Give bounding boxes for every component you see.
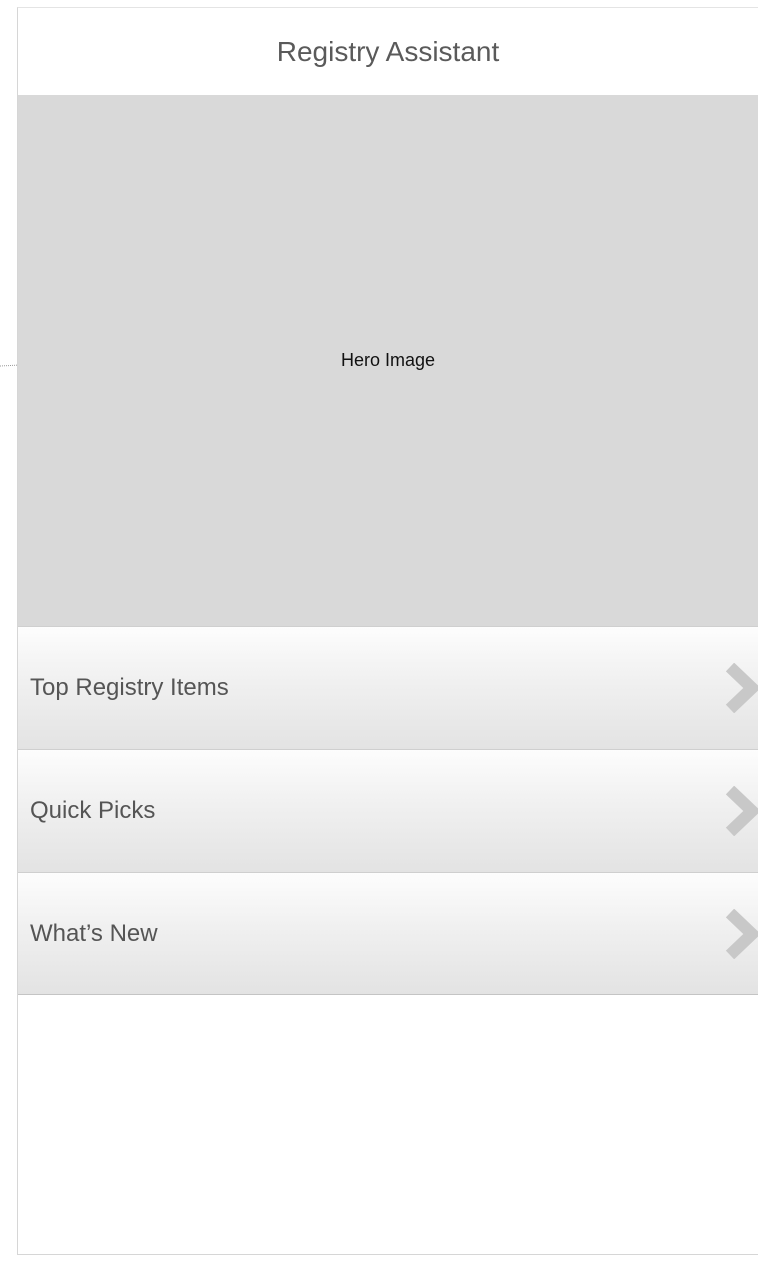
chevron-right-icon: [725, 786, 758, 836]
app-screen: Registry Assistant Hero Image Top Regist…: [0, 0, 758, 1261]
phone-frame: Registry Assistant Hero Image Top Regist…: [17, 7, 758, 1255]
menu-item-top-registry-items[interactable]: Top Registry Items: [18, 626, 758, 749]
menu-item-label: What’s New: [30, 919, 158, 947]
app-header: Registry Assistant: [18, 8, 758, 95]
hero-image: Hero Image: [18, 95, 758, 626]
hero-image-label: Hero Image: [340, 350, 436, 370]
page-title: Registry Assistant: [276, 35, 500, 67]
chevron-right-icon: [725, 908, 758, 959]
menu-list: Top Registry Items Quick Picks What’s Ne…: [18, 626, 758, 995]
menu-item-label: Quick Picks: [30, 797, 156, 824]
menu-item-whats-new[interactable]: What’s New: [18, 872, 758, 995]
menu-item-quick-picks[interactable]: Quick Picks: [18, 749, 758, 872]
menu-item-label: Top Registry Items: [30, 674, 229, 701]
chevron-right-icon: [725, 663, 758, 713]
